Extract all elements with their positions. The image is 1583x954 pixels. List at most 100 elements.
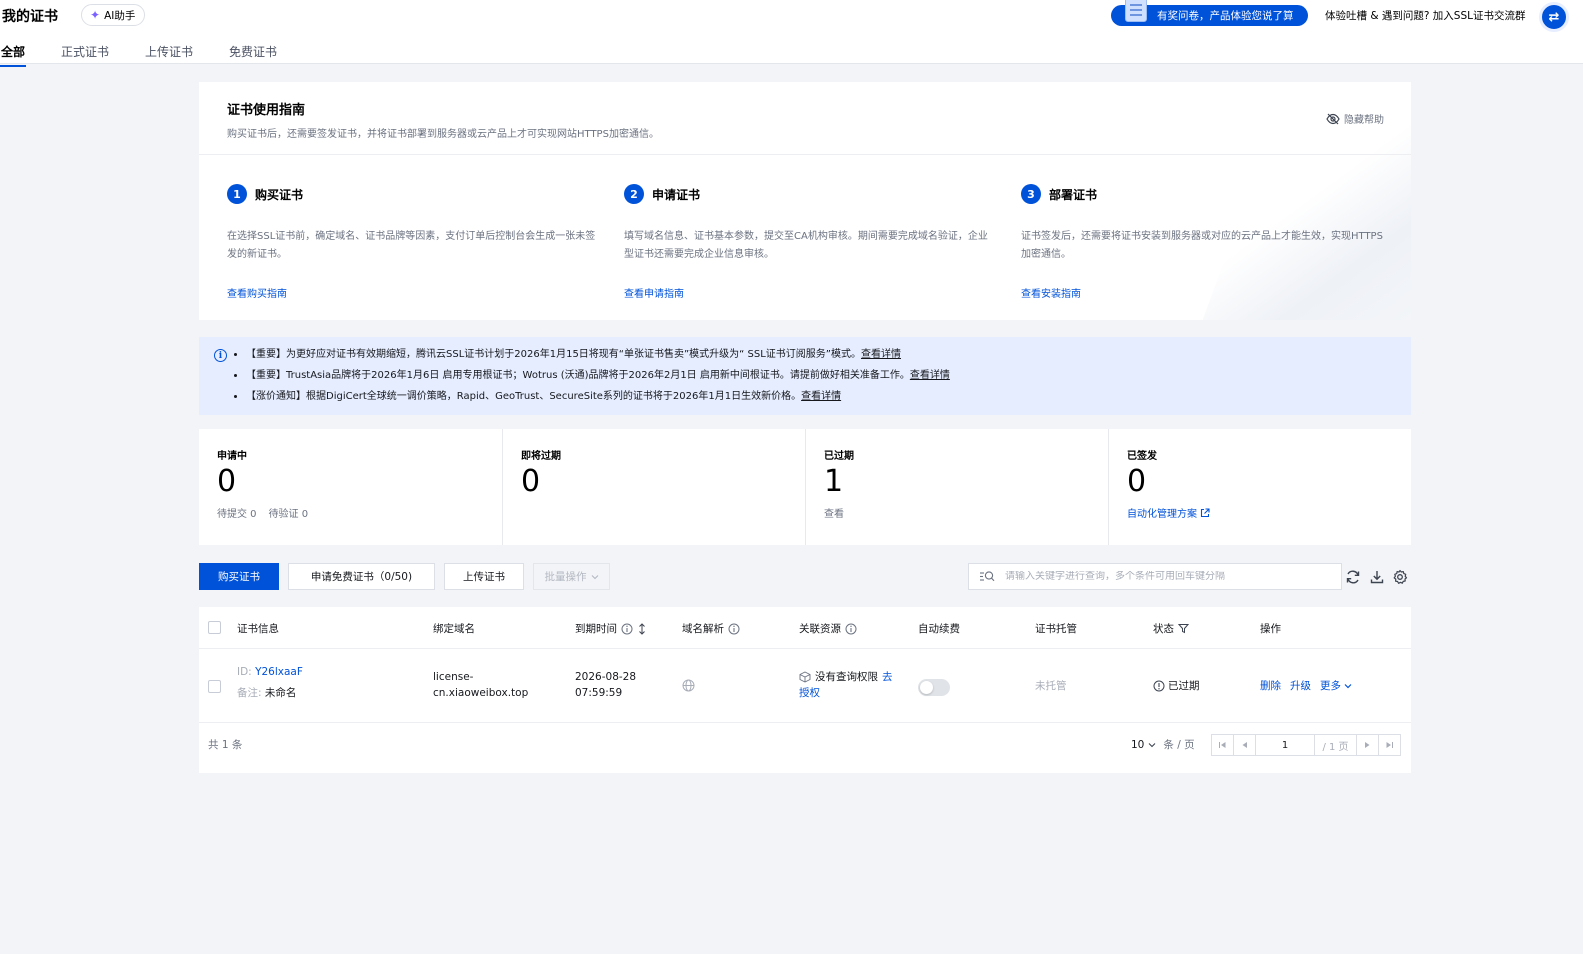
- stat-label: 已过期: [824, 451, 854, 462]
- stat-sub: 待提交 0 待验证 0: [217, 505, 502, 520]
- upload-certificate-button[interactable]: 上传证书: [444, 563, 524, 590]
- page-total: / 1 页: [1314, 734, 1357, 756]
- delete-link[interactable]: 删除: [1260, 678, 1281, 694]
- notice-detail-link[interactable]: 查看详情: [801, 391, 841, 402]
- page-size-select[interactable]: 10 条 / 页: [1131, 737, 1195, 753]
- next-page-button[interactable]: [1356, 734, 1379, 756]
- swap-icon[interactable]: ⇄: [1539, 2, 1569, 32]
- stat-value[interactable]: 0: [1127, 464, 1411, 500]
- tab-official[interactable]: 正式证书: [60, 41, 110, 67]
- associated-resource: 没有查询权限 去 授权: [799, 669, 909, 701]
- apply-free-certificate-button[interactable]: 申请免费证书（0/50): [288, 563, 435, 590]
- stat-value[interactable]: 1: [824, 464, 1108, 500]
- authorize-link[interactable]: 去: [882, 669, 893, 685]
- hide-help-button[interactable]: 隐藏帮助: [1326, 111, 1384, 126]
- first-page-button[interactable]: [1211, 734, 1234, 756]
- stat-value[interactable]: 0: [217, 464, 502, 500]
- first-page-icon: [1219, 742, 1226, 748]
- tab-all[interactable]: 全部: [0, 41, 27, 67]
- more-dropdown[interactable]: 更多: [1320, 678, 1352, 694]
- info-circle-icon[interactable]: [845, 623, 857, 635]
- upgrade-link[interactable]: 升级: [1290, 678, 1311, 694]
- tab-uploaded[interactable]: 上传证书: [144, 41, 194, 67]
- column-header: 操作: [1260, 621, 1281, 636]
- expire-date: 2026-08-28: [575, 671, 637, 683]
- pending-submit-count[interactable]: 待提交 0: [217, 509, 257, 520]
- info-circle-icon[interactable]: [621, 623, 633, 635]
- notice-text: 【重要】TrustAsia品牌将于2026年1月6日 启用专用根证书；Wotru…: [246, 370, 910, 381]
- notice-detail-link[interactable]: 查看详情: [861, 349, 901, 360]
- stat-issued: 已签发 0 自动化管理方案: [1108, 429, 1411, 545]
- column-header-status[interactable]: 状态: [1153, 621, 1189, 636]
- more-label: 更多: [1320, 680, 1341, 692]
- column-label: 证书托管: [1035, 623, 1077, 635]
- authorize-link-continued[interactable]: 授权: [799, 687, 820, 699]
- stat-value[interactable]: 0: [521, 464, 805, 500]
- last-page-button[interactable]: [1378, 734, 1401, 756]
- batch-actions-dropdown[interactable]: 批量操作: [533, 563, 610, 590]
- column-label: 绑定域名: [433, 623, 475, 635]
- sort-icon[interactable]: [637, 622, 647, 635]
- notice-detail-link[interactable]: 查看详情: [910, 370, 950, 381]
- guide-step-apply: 2 申请证书 填写域名信息、证书基本参数，提交至CA机构审核。期间需要完成域名验…: [624, 184, 994, 300]
- apply-guide-link[interactable]: 查看申请指南: [624, 285, 684, 300]
- column-header: 绑定域名: [433, 621, 475, 636]
- column-header: 自动续费: [918, 621, 960, 636]
- download-icon[interactable]: [1369, 569, 1385, 585]
- no-permission-text: 没有查询权限: [815, 671, 878, 683]
- stats-panel: 申请中 0 待提交 0 待验证 0 即将过期 0 已过期 1 查看 已签发 0 自…: [199, 429, 1411, 545]
- globe-icon[interactable]: [682, 679, 695, 692]
- last-page-icon: [1386, 742, 1393, 748]
- row-checkbox[interactable]: [208, 680, 221, 693]
- external-link-icon: [1200, 507, 1210, 517]
- buy-certificate-button[interactable]: 购买证书: [199, 563, 279, 590]
- row-actions: 删除 升级 更多: [1260, 678, 1352, 694]
- install-guide-link[interactable]: 查看安装指南: [1021, 285, 1081, 300]
- certificate-note[interactable]: 未命名: [265, 687, 297, 699]
- auto-renew-toggle[interactable]: [918, 679, 950, 696]
- certificate-info: ID: Y26lxaaF 备注: 未命名: [237, 664, 303, 701]
- step-title: 购买证书: [255, 187, 304, 202]
- settings-gear-icon[interactable]: [1392, 569, 1408, 585]
- page-number-input[interactable]: 1: [1255, 734, 1315, 756]
- stat-applying: 申请中 0 待提交 0 待验证 0: [199, 429, 502, 545]
- select-all-checkbox[interactable]: [208, 621, 221, 634]
- document-icon: [1125, 0, 1147, 22]
- total-count: 共 1 条: [208, 739, 243, 751]
- column-label: 到期时间: [575, 623, 617, 635]
- feedback-link[interactable]: 体验吐槽 & 遇到问题? 加入SSL证书交流群: [1325, 8, 1525, 23]
- column-label: 证书信息: [237, 623, 279, 635]
- certificate-id-link[interactable]: Y26lxaaF: [255, 666, 303, 678]
- column-label: 关联资源: [799, 623, 841, 635]
- column-label: 域名解析: [682, 623, 724, 635]
- tab-bar: 全部 正式证书 上传证书 免费证书: [0, 41, 312, 67]
- buy-guide-link[interactable]: 查看购买指南: [227, 285, 287, 300]
- ai-assistant-label: AI助手: [104, 9, 136, 22]
- notice-text: 【涨价通知】根据DigiCert全球统一调价策略，Rapid、GeoTrust、…: [246, 391, 802, 402]
- info-circle-icon[interactable]: [728, 623, 740, 635]
- info-icon: i: [214, 349, 227, 362]
- prev-page-icon: [1242, 742, 1247, 748]
- view-expired-link[interactable]: 查看: [824, 505, 1108, 520]
- chevron-down-icon: [591, 574, 598, 579]
- step-title: 申请证书: [652, 187, 701, 202]
- refresh-icon[interactable]: [1345, 569, 1361, 585]
- search-input[interactable]: [1005, 571, 1325, 582]
- column-header-expire[interactable]: 到期时间: [575, 621, 647, 636]
- guide-step-deploy: 3 部署证书 证书签发后，还需要将证书安装到服务器或对应的云产品上才能生效，实现…: [1021, 184, 1391, 300]
- batch-actions-label: 批量操作: [544, 571, 587, 583]
- chevron-down-icon: [1344, 684, 1352, 689]
- notice-banner: i 【重要】为更好应对证书有效期缩短，腾讯云SSL证书计划于2026年1月15日…: [199, 337, 1411, 415]
- automation-plan-link[interactable]: 自动化管理方案: [1127, 505, 1210, 520]
- survey-label: 有奖问卷，产品体验您说了算: [1157, 10, 1294, 22]
- ai-assistant-button[interactable]: ✦ AI助手: [81, 4, 146, 26]
- next-page-icon: [1365, 742, 1370, 748]
- info-circle-icon: [1153, 680, 1165, 692]
- prev-page-button[interactable]: [1233, 734, 1256, 756]
- pending-verify-count[interactable]: 待验证 0: [269, 509, 309, 520]
- tab-free[interactable]: 免费证书: [228, 41, 278, 67]
- filter-icon[interactable]: [1178, 623, 1189, 634]
- stat-sub: 自动化管理方案: [1127, 505, 1411, 520]
- column-header: 域名解析: [682, 621, 740, 636]
- notice-list: 【重要】为更好应对证书有效期缩短，腾讯云SSL证书计划于2026年1月15日将现…: [246, 347, 950, 410]
